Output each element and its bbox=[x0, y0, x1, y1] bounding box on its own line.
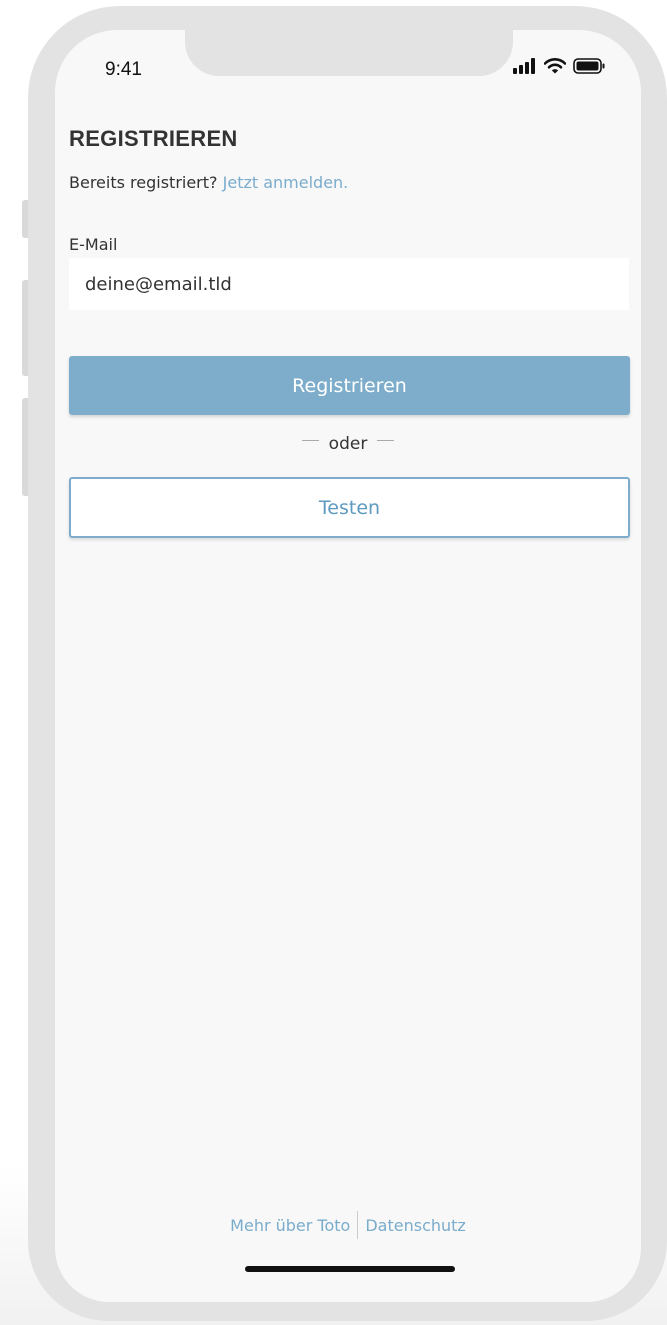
login-prompt-text: Bereits registriert? bbox=[69, 173, 218, 192]
login-prompt: Bereits registriert? Jetzt anmelden. bbox=[69, 173, 348, 192]
wifi-icon bbox=[544, 58, 566, 74]
notch bbox=[185, 30, 513, 76]
home-indicator[interactable] bbox=[245, 1266, 455, 1272]
phone-screen: 9:41 REGISTRIEREN Bereits registriert? J… bbox=[55, 30, 641, 1302]
email-label: E-Mail bbox=[69, 235, 118, 254]
login-link[interactable]: Jetzt anmelden. bbox=[223, 173, 349, 192]
status-icons bbox=[513, 58, 605, 74]
or-divider: oder bbox=[55, 434, 641, 454]
register-button[interactable]: Registrieren bbox=[69, 356, 630, 415]
page-title: REGISTRIEREN bbox=[69, 126, 238, 151]
divider-line-right bbox=[377, 439, 395, 441]
footer-links: Mehr über Toto Datenschutz bbox=[55, 1211, 641, 1239]
battery-icon bbox=[573, 58, 605, 74]
status-time: 9:41 bbox=[105, 59, 142, 80]
footer-separator bbox=[357, 1211, 359, 1239]
email-field[interactable] bbox=[69, 258, 629, 310]
stage: 9:41 REGISTRIEREN Bereits registriert? J… bbox=[0, 0, 667, 1325]
cellular-signal-icon bbox=[513, 58, 537, 74]
about-link[interactable]: Mehr über Toto bbox=[230, 1216, 350, 1235]
phone-frame: 9:41 REGISTRIEREN Bereits registriert? J… bbox=[28, 6, 667, 1321]
privacy-link[interactable]: Datenschutz bbox=[365, 1216, 465, 1235]
divider-line-left bbox=[301, 439, 319, 441]
divider-text: oder bbox=[328, 434, 368, 454]
test-button[interactable]: Testen bbox=[69, 477, 630, 538]
